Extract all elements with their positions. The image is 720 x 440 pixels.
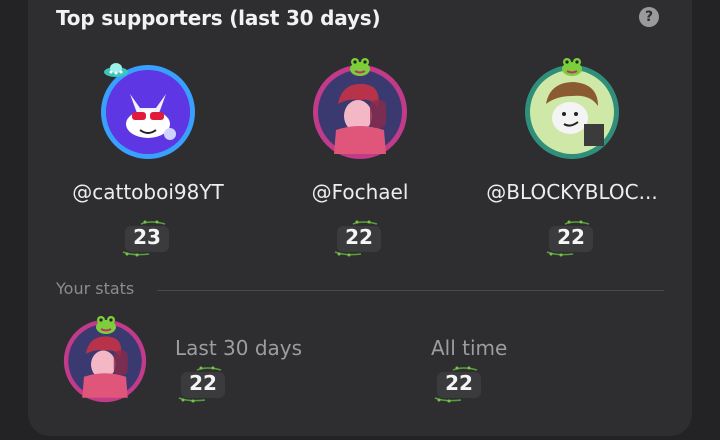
supporter-avatar-2[interactable] bbox=[312, 64, 408, 160]
supporter-avatar-3[interactable] bbox=[524, 64, 620, 160]
supporter-count-value-2: 22 bbox=[345, 225, 373, 249]
help-icon[interactable]: ? bbox=[639, 7, 659, 27]
all-time-count: 22 bbox=[431, 364, 487, 404]
supporter-username-1[interactable]: @cattoboi98YT bbox=[38, 180, 258, 204]
frog-badge-icon bbox=[559, 57, 585, 77]
supporter-count-2: 22 bbox=[331, 218, 387, 258]
card-title: Top supporters (last 30 days) bbox=[56, 6, 381, 30]
last-30-days-label: Last 30 days bbox=[175, 336, 303, 360]
last-30-days-count: 22 bbox=[175, 364, 231, 404]
supporter-count-3: 22 bbox=[543, 218, 599, 258]
supporter-count-value-1: 23 bbox=[133, 225, 161, 249]
ufo-badge-icon bbox=[103, 60, 129, 80]
section-divider bbox=[157, 290, 664, 291]
all-time-label: All time bbox=[431, 336, 508, 360]
frog-badge-icon bbox=[347, 57, 373, 77]
supporter-count-1: 23 bbox=[119, 218, 175, 258]
last-30-days-value: 22 bbox=[189, 371, 217, 395]
all-time-value: 22 bbox=[445, 371, 473, 395]
frog-badge-icon bbox=[93, 315, 119, 335]
your-stats-label: Your stats bbox=[56, 279, 135, 298]
supporter-username-2[interactable]: @Fochael bbox=[250, 180, 470, 204]
supporter-count-value-3: 22 bbox=[557, 225, 585, 249]
supporter-username-3[interactable]: @BLOCKYBLOC... bbox=[462, 180, 682, 204]
